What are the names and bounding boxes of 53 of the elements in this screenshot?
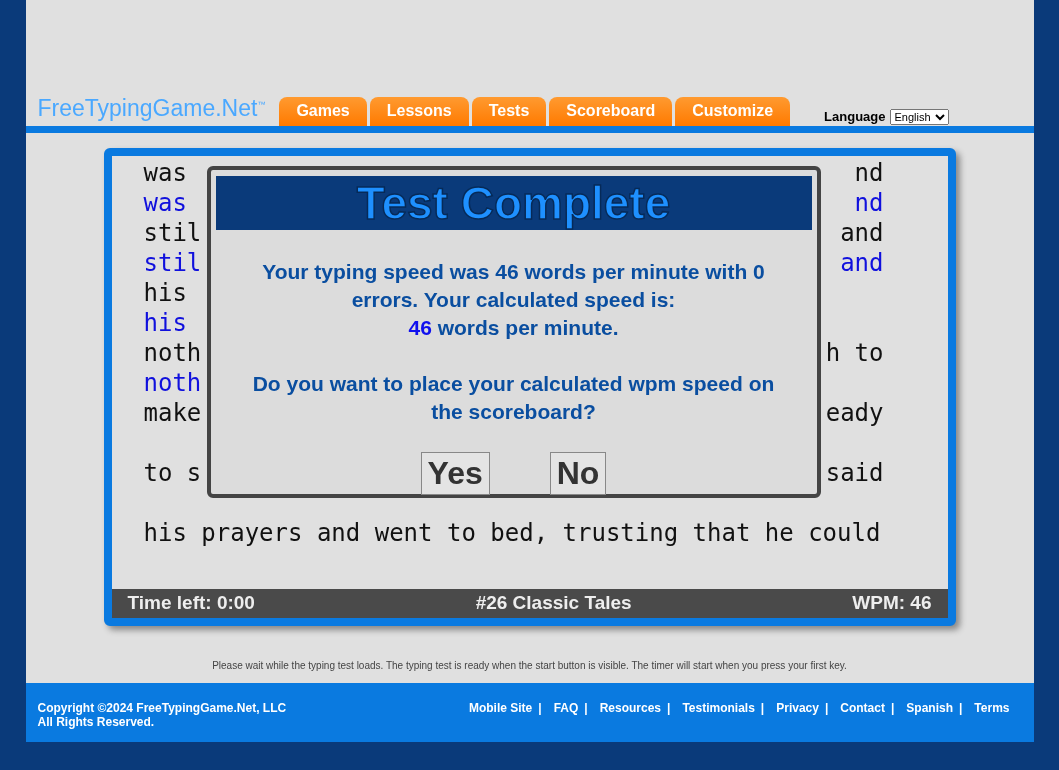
speed-unit: words per minute. <box>437 315 619 339</box>
link-separator: | <box>538 700 542 715</box>
time-left: Time left: 0:00 <box>127 592 255 615</box>
nav-tab[interactable]: Customize <box>675 96 791 126</box>
source-text: his <box>143 277 187 308</box>
source-text: noth <box>143 337 202 368</box>
link-separator: | <box>667 700 671 715</box>
result-text: Your typing speed was 46 words per minute with 0 errors. Your calculated speed is: <box>261 258 766 313</box>
link-separator: | <box>890 700 895 715</box>
source-text: his prayers and went to bed, trusting that he could <box>143 517 881 548</box>
footer-link[interactable]: FAQ <box>553 700 579 715</box>
source-text: make <box>143 397 202 428</box>
footer-link[interactable]: Mobile Site <box>468 700 533 715</box>
source-text: and <box>840 217 884 248</box>
link-separator: | <box>959 700 963 715</box>
source-text: to s <box>143 457 202 488</box>
link-separator: | <box>760 700 765 715</box>
question-text: Do you want to place your calculated wpm speed on the scoreboard? <box>251 370 776 425</box>
footer-link[interactable]: Privacy <box>776 700 819 715</box>
nav-tab[interactable]: Games <box>279 96 367 126</box>
loading-notice: Please wait while the typing test loads. The typing test is ready when the start button is visible. The timer will start when you press your first key. <box>212 659 847 671</box>
copyright-text: Copyright ©2024 FreeTypingGame.Net, LLC <box>37 700 287 715</box>
link-separator: | <box>824 700 829 715</box>
source-text: eady <box>825 397 884 428</box>
source-text: nd <box>854 157 884 188</box>
source-text: said <box>825 457 884 488</box>
source-text: h to <box>825 337 884 368</box>
language-select[interactable]: English <box>889 108 949 125</box>
typed-text: and <box>840 247 884 278</box>
link-separator: | <box>584 700 588 715</box>
typed-text: his <box>143 307 187 338</box>
dialog-button[interactable]: Yes <box>420 451 490 495</box>
typed-text: was <box>143 187 187 218</box>
copyright-text: All Rights Reserved. <box>37 714 155 729</box>
language-label: Language <box>824 109 886 125</box>
wpm-reading: WPM: 46 <box>852 592 932 615</box>
footer-link[interactable]: Terms <box>974 700 1010 715</box>
footer-link[interactable]: Spanish <box>906 700 953 715</box>
footer-link[interactable]: Resources <box>599 700 662 715</box>
dialog-title: Test Complete <box>356 175 671 230</box>
test-name: #26 Classic Tales <box>475 592 632 615</box>
nav-tab[interactable]: Scoreboard <box>549 96 673 126</box>
source-text: stil <box>143 217 202 248</box>
footer-link[interactable]: Testimonials <box>682 700 755 715</box>
nav-tab[interactable]: Lessons <box>369 96 469 126</box>
dialog-button[interactable]: No <box>549 451 607 495</box>
typed-text: stil <box>143 247 202 278</box>
speed-value: 46 <box>408 315 432 339</box>
typed-text: noth <box>143 367 202 398</box>
nav-tab[interactable]: Tests <box>471 96 547 126</box>
footer-link[interactable]: Contact <box>840 700 885 715</box>
typed-text: nd <box>854 187 884 218</box>
source-text: was <box>143 157 187 188</box>
